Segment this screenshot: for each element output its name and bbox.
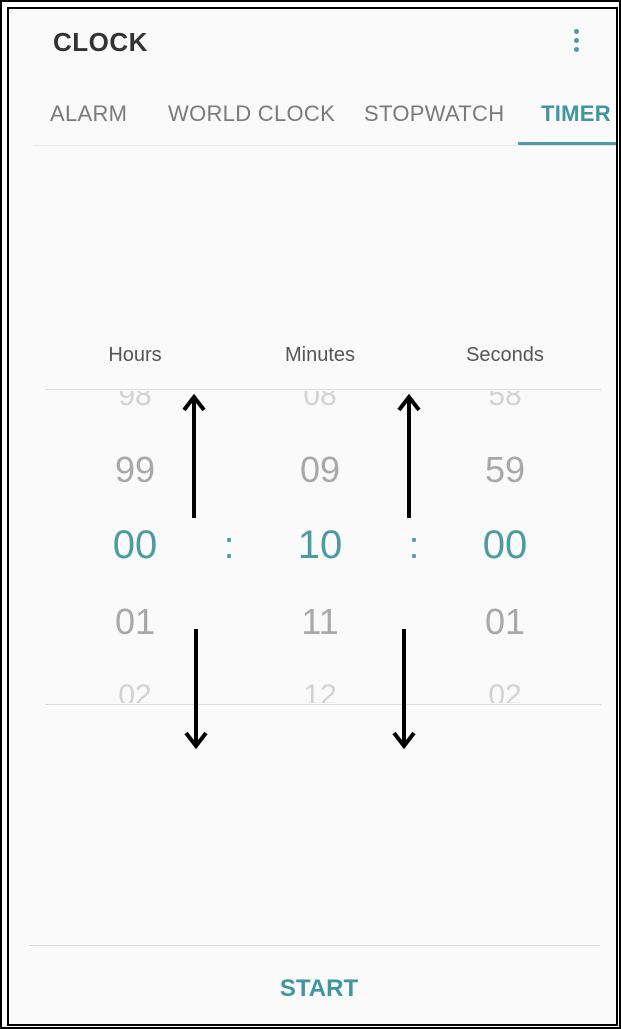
picker-row-next2: 02 12 02 (45, 673, 601, 703)
minutes-scroll-up-arrow-icon (397, 393, 421, 518)
seconds-prev1[interactable]: 59 (445, 449, 565, 491)
tab-stopwatch[interactable]: STOPWATCH (364, 101, 504, 127)
clock-app-screen: CLOCK ALARM WORLD CLOCK STOPWATCH TIMER … (7, 7, 618, 1026)
hours-minutes-separator: : (223, 525, 235, 567)
hours-selected[interactable]: 00 (75, 523, 195, 568)
tabs-divider (33, 145, 616, 146)
app-title: CLOCK (53, 27, 148, 57)
seconds-next2[interactable]: 02 (445, 679, 565, 703)
tab-timer[interactable]: TIMER (541, 101, 611, 127)
menu-dot (574, 38, 579, 43)
start-button[interactable]: START (219, 975, 419, 1015)
screenshot-frame: CLOCK ALARM WORLD CLOCK STOPWATCH TIMER … (0, 0, 621, 1029)
seconds-next1[interactable]: 01 (445, 601, 565, 643)
hours-prev2[interactable]: 98 (75, 391, 195, 413)
hours-next2[interactable]: 02 (75, 679, 195, 703)
minutes-prev1[interactable]: 09 (260, 449, 380, 491)
seconds-label: Seconds (466, 344, 544, 366)
tab-bar: ALARM WORLD CLOCK STOPWATCH TIMER (9, 91, 616, 147)
picker-row-prev2: 98 08 58 (45, 391, 601, 413)
hours-prev1[interactable]: 99 (75, 449, 195, 491)
minutes-next1[interactable]: 11 (260, 601, 380, 643)
footer-divider (29, 945, 600, 946)
minutes-seconds-separator: : (408, 525, 420, 567)
hours-label: Hours (108, 344, 162, 366)
minutes-label: Minutes (284, 344, 356, 366)
minutes-next2[interactable]: 12 (260, 679, 380, 703)
hours-next1[interactable]: 01 (75, 601, 195, 643)
minutes-prev2[interactable]: 08 (260, 391, 380, 413)
picker-top-divider (45, 389, 601, 390)
more-vertical-icon[interactable] (564, 23, 588, 59)
minutes-scroll-down-arrow-icon (392, 629, 416, 750)
seconds-prev2[interactable]: 58 (445, 391, 565, 413)
menu-dot (574, 29, 579, 34)
tab-world-clock[interactable]: WORLD CLOCK (168, 101, 335, 127)
menu-dot (574, 47, 579, 52)
seconds-selected[interactable]: 00 (445, 523, 565, 568)
hours-scroll-up-arrow-icon (182, 393, 206, 518)
picker-bottom-divider (45, 704, 601, 705)
hours-scroll-down-arrow-icon (184, 629, 208, 750)
tab-alarm[interactable]: ALARM (50, 101, 127, 127)
minutes-selected[interactable]: 10 (260, 523, 380, 568)
